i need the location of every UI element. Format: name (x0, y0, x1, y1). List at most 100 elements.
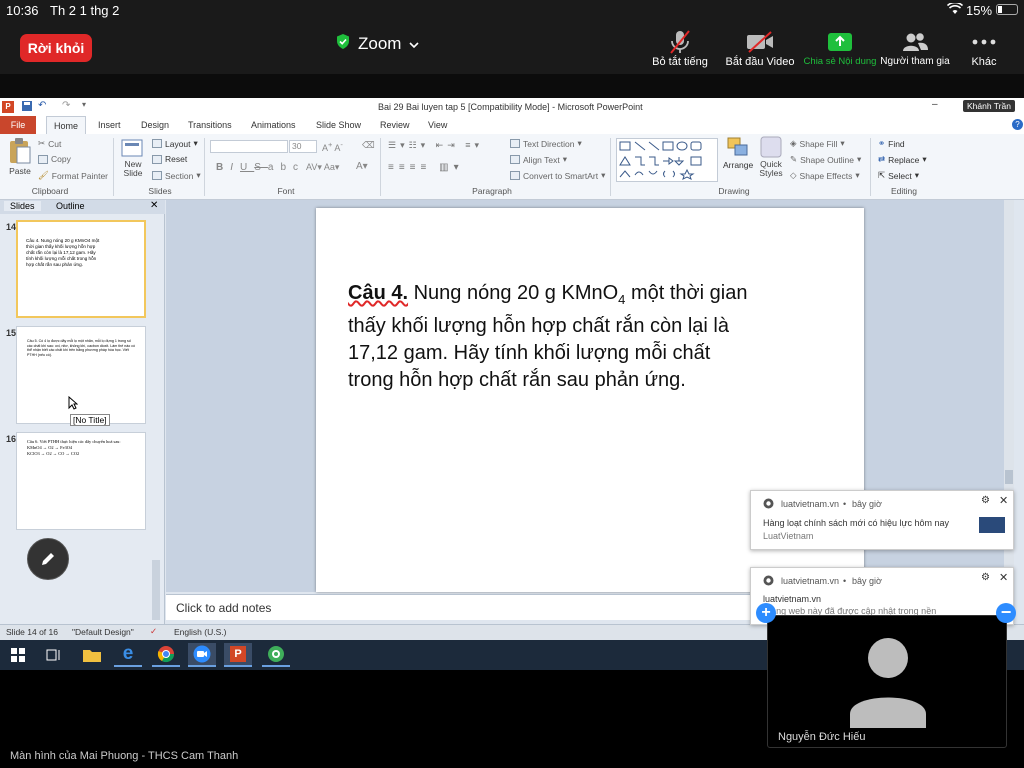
task-view-icon[interactable] (40, 643, 68, 667)
replace-icon: ⇄ (878, 154, 886, 164)
font-size-dropdown[interactable]: 30 (289, 140, 317, 153)
chrome-icon[interactable] (152, 643, 180, 667)
paste-button[interactable]: Paste (6, 138, 34, 176)
tab-view[interactable]: View (428, 116, 447, 134)
more-dots-icon (972, 28, 996, 56)
file-explorer-icon[interactable] (78, 643, 106, 667)
shapes-gallery[interactable] (616, 138, 718, 182)
share-content-button[interactable]: Chia sẻ Nội dung (800, 28, 880, 72)
copy-button[interactable]: Copy (38, 154, 71, 164)
close-pane-icon[interactable]: ✕ (150, 200, 158, 211)
reset-button[interactable]: Reset (152, 154, 187, 164)
zoom-app-icon[interactable] (188, 643, 216, 667)
tab-design[interactable]: Design (141, 116, 169, 134)
unmute-button[interactable]: Bỏ tắt tiếng (646, 28, 714, 72)
battery-icon (996, 4, 1018, 15)
user-tooltip: Khánh Trần (963, 100, 1015, 112)
gear-icon[interactable]: ⚙ (981, 572, 990, 583)
select-button[interactable]: ⇱ Select ▾ (878, 170, 919, 181)
paste-label: Paste (9, 166, 31, 176)
divider (870, 138, 871, 196)
layout-button[interactable]: Layout ▾ (152, 138, 198, 149)
thumb-number-14: 14 (6, 222, 17, 232)
quick-styles-button[interactable]: Quick Styles (756, 136, 786, 178)
pane-scrollbar[interactable] (152, 560, 160, 620)
grow-shrink-font-icons[interactable]: A+ A- (322, 140, 343, 153)
tab-slide-show[interactable]: Slide Show (316, 116, 361, 134)
save-icon[interactable] (22, 101, 32, 113)
participants-icon (901, 28, 929, 56)
cut-button[interactable]: ✂ Cut (38, 138, 61, 149)
start-video-button[interactable]: Bắt đầu Video (720, 28, 800, 72)
notification-time: bây giờ (852, 499, 882, 509)
minimize-icon[interactable]: – (932, 99, 938, 110)
alignment-icons[interactable]: ≡≡≡≡ ▥▾ (388, 162, 464, 173)
close-icon[interactable]: ✕ (999, 571, 1008, 584)
font-color-icon[interactable]: A▾ (356, 161, 368, 172)
notification-thumbnail (979, 517, 1005, 533)
font-name-dropdown[interactable] (210, 140, 288, 153)
share-content-label: Chia sẻ Nội dung (803, 56, 877, 67)
leave-button[interactable]: Rời khỏi (20, 34, 92, 62)
undo-icon[interactable]: ↶ (38, 100, 46, 111)
shape-fill-button[interactable]: ◈ Shape Fill ▾ (790, 138, 845, 149)
language-indicator[interactable]: English (U.S.) (174, 627, 226, 637)
tab-home[interactable]: Home (46, 116, 86, 134)
redo-icon[interactable]: ↷ (62, 100, 70, 111)
list-indent-icons[interactable]: ☰▾☷▾ ⇤⇥ ≡▾ (388, 140, 483, 151)
font-style-buttons[interactable]: BIUSabc (216, 162, 305, 173)
text-direction-button[interactable]: Text Direction ▾ (510, 138, 582, 149)
annotate-button[interactable] (27, 538, 69, 580)
notification-card[interactable]: luatvietnam.vn • bây giờ ⚙ ✕ Hàng loạt c… (750, 490, 1014, 550)
windows-start-icon[interactable] (4, 643, 32, 667)
tab-outline[interactable]: Outline (56, 201, 85, 211)
group-paragraph: Paragraph (472, 186, 512, 196)
shape-outline-button[interactable]: ✎ Shape Outline ▾ (790, 154, 861, 165)
notification-title: luatvietnam.vn (763, 594, 822, 604)
participants-button[interactable]: Người tham gia (878, 28, 952, 72)
clear-format-icon[interactable]: ⌫ (362, 140, 375, 151)
minus-icon[interactable]: − (996, 603, 1016, 623)
powerpoint-taskbar-icon[interactable]: P (224, 643, 252, 667)
coccoc-browser-icon[interactable] (262, 643, 290, 667)
ios-status-bar: 10:36 Th 2 1 thg 2 15% (0, 0, 1024, 22)
participant-video-tile[interactable]: Nguyễn Đức Hiếu (767, 615, 1007, 748)
copy-icon (38, 154, 48, 164)
slide-thumbnail-14[interactable]: Câu 4. Nung nóng 20 g KMnO4 một thời gia… (16, 220, 146, 318)
find-button[interactable]: ⚭ Find (878, 138, 905, 149)
thumb-number-16: 16 (6, 434, 17, 444)
ribbon-tabs: File Home Insert Design Transitions Anim… (0, 116, 1024, 134)
help-icon[interactable]: ? (1012, 119, 1023, 130)
zoom-title[interactable]: Zoom (336, 33, 420, 55)
shape-effects-button[interactable]: ◇ Shape Effects ▾ (790, 170, 860, 181)
tab-animations[interactable]: Animations (251, 116, 296, 134)
replace-button[interactable]: ⇄ Replace ▾ (878, 154, 927, 165)
arrange-icon (727, 137, 748, 156)
thumb-number-15: 15 (6, 328, 17, 338)
tab-review[interactable]: Review (380, 116, 410, 134)
tab-transitions[interactable]: Transitions (188, 116, 232, 134)
new-slide-label: New Slide (123, 159, 143, 178)
new-slide-button[interactable]: New Slide (118, 138, 148, 178)
spacing-case-icons[interactable]: AV▾ Aa▾ (306, 162, 339, 173)
quick-access-dropdown-icon[interactable]: ▾ (82, 100, 86, 109)
tab-file[interactable]: File (0, 116, 36, 134)
arrange-button[interactable]: Arrange (723, 136, 753, 170)
slide-thumbnail-15[interactable]: Câu 5. Có 4 lọ được dãy mỗi lọ một nhãn,… (16, 326, 146, 424)
tab-slides[interactable]: Slides (4, 201, 41, 211)
slide-thumbnail-16[interactable]: Câu 6. Viết PTHH thực hiện các dãy chuyể… (16, 432, 146, 530)
gear-icon[interactable]: ⚙ (981, 495, 990, 506)
status-time: 10:36 (6, 3, 39, 18)
close-icon[interactable]: ✕ (999, 494, 1008, 507)
convert-smartart-button[interactable]: Convert to SmartArt ▾ (510, 170, 605, 181)
add-icon[interactable]: + (756, 603, 776, 623)
align-text-button[interactable]: Align Text ▾ (510, 154, 567, 165)
spellcheck-icon[interactable]: ✓ (150, 626, 157, 637)
more-button[interactable]: Khác (960, 28, 1008, 72)
slide-text-box[interactable]: Câu 4. Nung nóng 20 g KMnO4 một thời gia… (348, 280, 748, 394)
tab-insert[interactable]: Insert (98, 116, 121, 134)
section-button[interactable]: Section ▾ (152, 170, 201, 181)
edge-browser-icon[interactable]: e (114, 643, 142, 667)
format-painter-button[interactable]: 🖌 Format Painter (38, 170, 108, 181)
arrange-label: Arrange (723, 160, 754, 170)
